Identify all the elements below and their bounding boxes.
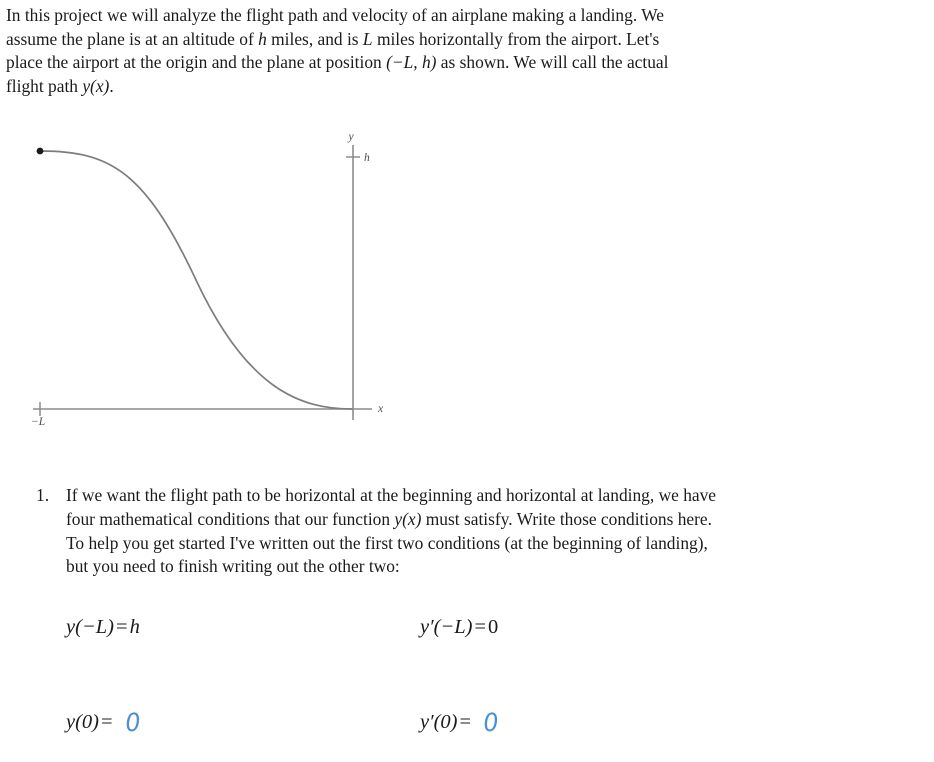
eq-lhs-arg: (0) [433, 711, 458, 733]
eq-lhs-arg: (0) [75, 711, 100, 733]
eq-rhs: h [129, 616, 140, 638]
math-fn-y-of-x: y(x) [82, 75, 110, 96]
y-axis-label: y [347, 131, 354, 143]
intro-line-3: place the airport at the origin and the … [6, 52, 669, 73]
condition-y-at-zero: y(0)= 0 [66, 708, 141, 738]
eq-lhs-fn: y′ [420, 711, 434, 733]
worksheet-page: In this project we will analyze the flig… [0, 0, 934, 762]
condition-yprime-at-minus-L: y′(−L)=0 [420, 616, 498, 639]
intro-line-2: assume the plane is at an altitude of h … [6, 28, 660, 49]
intro-line-1: In this project we will analyze the flig… [6, 5, 664, 25]
equation-row-answers: y(0)= 0 y′(0)= 0 [0, 708, 934, 748]
eq-equals: = [459, 711, 472, 733]
eq-lhs-fn: y [66, 616, 76, 638]
question-line-4: but you need to finish writing out the o… [66, 556, 400, 577]
question-line-1: If we want the flight path to be horizon… [66, 485, 717, 505]
math-var-h: h [258, 28, 267, 49]
minus-L-tick-label: −L [31, 416, 45, 428]
eq-lhs-arg: (−L) [75, 616, 114, 638]
handwritten-answer-yprime-at-zero[interactable]: 0 [482, 708, 499, 738]
math-point-minus-L-h: (−L, h) [386, 52, 437, 73]
eq-lhs-arg: (−L) [433, 616, 473, 638]
eq-lhs-fn: y′ [420, 616, 434, 638]
question-list: 1. If we want the flight path to be hori… [30, 484, 920, 579]
math-fn-y-of-x-q: y(x) [394, 508, 422, 529]
eq-lhs-fn: y [66, 711, 76, 733]
condition-yprime-at-zero: y′(0)= 0 [420, 708, 500, 738]
h-tick-label: h [364, 152, 370, 164]
flight-path-curve [39, 150, 353, 410]
condition-y-at-minus-L: y(−L)=h [66, 616, 140, 639]
question-line-3: To help you get started I've written out… [66, 532, 708, 553]
math-var-L: L [362, 28, 373, 49]
eq-equals: = [101, 711, 113, 733]
eq-rhs: 0 [488, 616, 499, 638]
question-number: 1. [36, 485, 50, 505]
intro-line-4: flight path y(x). [6, 75, 114, 96]
eq-equals: = [474, 616, 487, 638]
handwritten-answer-y-at-zero[interactable]: 0 [124, 708, 141, 738]
question-line-2: four mathematical conditions that our fu… [66, 508, 712, 529]
plane-start-point [36, 147, 44, 155]
question-item-1: 1. If we want the flight path to be hori… [30, 484, 920, 579]
x-axis-label: x [377, 403, 384, 415]
flight-path-svg: y h x −L [31, 131, 384, 428]
equation-row-given: y(−L)=h y′(−L)=0 [0, 616, 934, 656]
flight-path-figure: y h x −L [0, 120, 420, 440]
intro-paragraph: In this project we will analyze the flig… [6, 4, 926, 98]
eq-equals: = [116, 616, 128, 638]
